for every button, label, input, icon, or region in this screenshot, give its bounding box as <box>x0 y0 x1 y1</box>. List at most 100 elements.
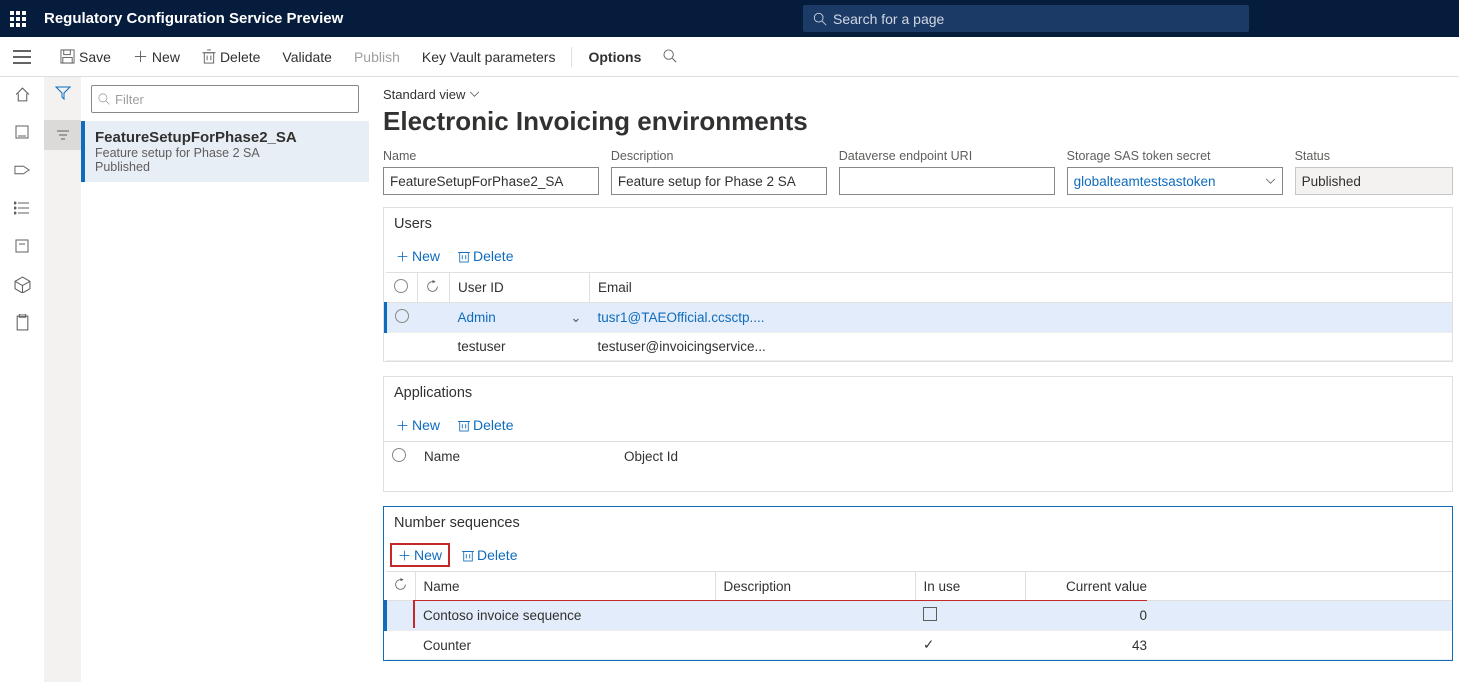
filter-column <box>44 77 81 682</box>
library-icon[interactable] <box>13 123 31 141</box>
users-title: Users <box>384 208 1452 240</box>
options-label: Options <box>588 49 641 65</box>
kv-parameters-button[interactable]: Key Vault parameters <box>412 43 566 71</box>
col-curval[interactable]: Current value <box>1025 572 1155 601</box>
plus-icon <box>133 49 148 64</box>
inuse-check-icon: ✓ <box>923 637 934 652</box>
fields-row: Name FeatureSetupForPhase2_SA Descriptio… <box>383 149 1453 195</box>
name-label: Name <box>383 149 599 163</box>
dv-label: Dataverse endpoint URI <box>839 149 1055 163</box>
env-desc: Feature setup for Phase 2 SA <box>95 146 359 160</box>
archive-icon[interactable] <box>13 237 31 255</box>
row-radio[interactable] <box>395 309 409 323</box>
col-userid[interactable]: User ID <box>450 273 590 303</box>
apps-delete-button[interactable]: Delete <box>452 413 519 437</box>
save-icon <box>60 49 75 64</box>
trash-icon <box>458 418 470 432</box>
kv-label: Key Vault parameters <box>422 49 556 65</box>
view-switcher[interactable]: Standard view <box>383 87 480 102</box>
view-label: Standard view <box>383 87 465 102</box>
delete-label: Delete <box>220 49 260 65</box>
nav-toggle[interactable] <box>0 37 44 77</box>
trash-icon <box>458 249 470 263</box>
search-icon <box>663 49 678 64</box>
home-icon[interactable] <box>13 85 31 103</box>
col-email[interactable]: Email <box>590 273 1453 303</box>
left-icon-rail <box>0 77 44 682</box>
desc-input[interactable]: Feature setup for Phase 2 SA <box>611 167 827 195</box>
find-button[interactable] <box>653 43 688 70</box>
sas-select[interactable]: globalteamtestsastoken <box>1067 167 1283 195</box>
list-filter-input[interactable]: Filter <box>91 85 359 113</box>
col-name[interactable]: Name <box>416 442 616 472</box>
options-button[interactable]: Options <box>578 43 651 71</box>
col-objectid[interactable]: Object Id <box>616 442 1452 472</box>
filter-placeholder: Filter <box>115 92 144 107</box>
users-delete-button[interactable]: Delete <box>452 244 519 268</box>
col-inuse[interactable]: In use <box>915 572 1025 601</box>
app-launcher-icon[interactable] <box>10 11 26 27</box>
delete-button[interactable]: Delete <box>192 43 270 71</box>
command-bar-row: Save New Delete Validate Publish Key Vau… <box>0 37 1459 77</box>
users-section: Users New Delete User ID Email <box>383 207 1453 362</box>
inuse-checkbox[interactable] <box>923 607 937 621</box>
publish-button: Publish <box>344 43 410 71</box>
filter-funnel-icon[interactable] <box>55 85 71 104</box>
env-name: FeatureSetupForPhase2_SA <box>95 129 359 146</box>
apps-new-button[interactable]: New <box>390 413 446 437</box>
cmd-separator <box>571 47 572 67</box>
seq-delete-button[interactable]: Delete <box>456 543 523 567</box>
select-all-radio[interactable] <box>392 448 406 462</box>
list-icon[interactable] <box>13 199 31 217</box>
save-button[interactable]: Save <box>50 43 121 71</box>
seq-table: Name Description In use Current value Co… <box>384 571 1452 660</box>
select-all-radio[interactable] <box>394 279 408 293</box>
cell-email: testuser@invoicingservice... <box>590 333 1453 361</box>
col-name[interactable]: Name <box>415 572 715 601</box>
seq-new-button[interactable]: New <box>390 543 450 567</box>
refresh-icon[interactable] <box>426 280 439 293</box>
environment-list-item[interactable]: FeatureSetupForPhase2_SA Feature setup f… <box>81 121 369 182</box>
sas-value: globalteamtestsastoken <box>1074 174 1216 189</box>
apps-new-label: New <box>412 417 440 433</box>
environment-list-panel: Filter FeatureSetupForPhase2_SA Feature … <box>81 77 369 682</box>
apps-title: Applications <box>384 377 1452 409</box>
users-new-button[interactable]: New <box>390 244 446 268</box>
validate-button[interactable]: Validate <box>272 43 342 71</box>
search-icon <box>813 12 827 26</box>
page-title: Electronic Invoicing environments <box>383 106 1453 137</box>
col-desc[interactable]: Description <box>715 572 915 601</box>
name-input[interactable]: FeatureSetupForPhase2_SA <box>383 167 599 195</box>
dv-input[interactable] <box>839 167 1055 195</box>
users-new-label: New <box>412 248 440 264</box>
sas-label: Storage SAS token secret <box>1067 149 1283 163</box>
table-row[interactable]: Contoso invoice sequence 0 <box>386 601 1453 631</box>
search-placeholder: Search for a page <box>833 11 944 27</box>
command-bar: Save New Delete Validate Publish Key Vau… <box>44 43 688 71</box>
cell-userid: testuser <box>450 333 590 361</box>
desc-label: Description <box>611 149 827 163</box>
detail-panel: Standard view Electronic Invoicing envir… <box>369 77 1459 682</box>
new-label: New <box>152 49 180 65</box>
new-button[interactable]: New <box>123 43 190 71</box>
cell-curval: 0 <box>1025 601 1155 631</box>
package-icon[interactable] <box>13 275 31 293</box>
table-row[interactable]: Admin ⌄ tusr1@TAEOfficial.ccsctp.... <box>386 303 1453 333</box>
chevron-down-icon <box>469 91 480 98</box>
tag-icon[interactable] <box>13 161 31 179</box>
seq-new-label: New <box>414 547 442 563</box>
table-row[interactable]: testuser testuser@invoicingservice... <box>386 333 1453 361</box>
seq-delete-label: Delete <box>477 547 517 563</box>
clipboard-icon[interactable] <box>13 313 31 331</box>
app-header: Regulatory Configuration Service Preview… <box>0 0 1459 37</box>
number-sequences-section: Number sequences New Delete Name Descrip… <box>383 506 1453 661</box>
search-icon <box>98 93 111 106</box>
seq-title: Number sequences <box>384 507 1452 539</box>
status-label: Status <box>1295 149 1453 163</box>
filter-sort-icon[interactable] <box>44 120 81 150</box>
validate-label: Validate <box>282 49 332 65</box>
save-label: Save <box>79 49 111 65</box>
global-search[interactable]: Search for a page <box>803 5 1249 32</box>
refresh-icon[interactable] <box>394 578 407 591</box>
table-row[interactable]: Counter ✓ 43 <box>386 631 1453 660</box>
